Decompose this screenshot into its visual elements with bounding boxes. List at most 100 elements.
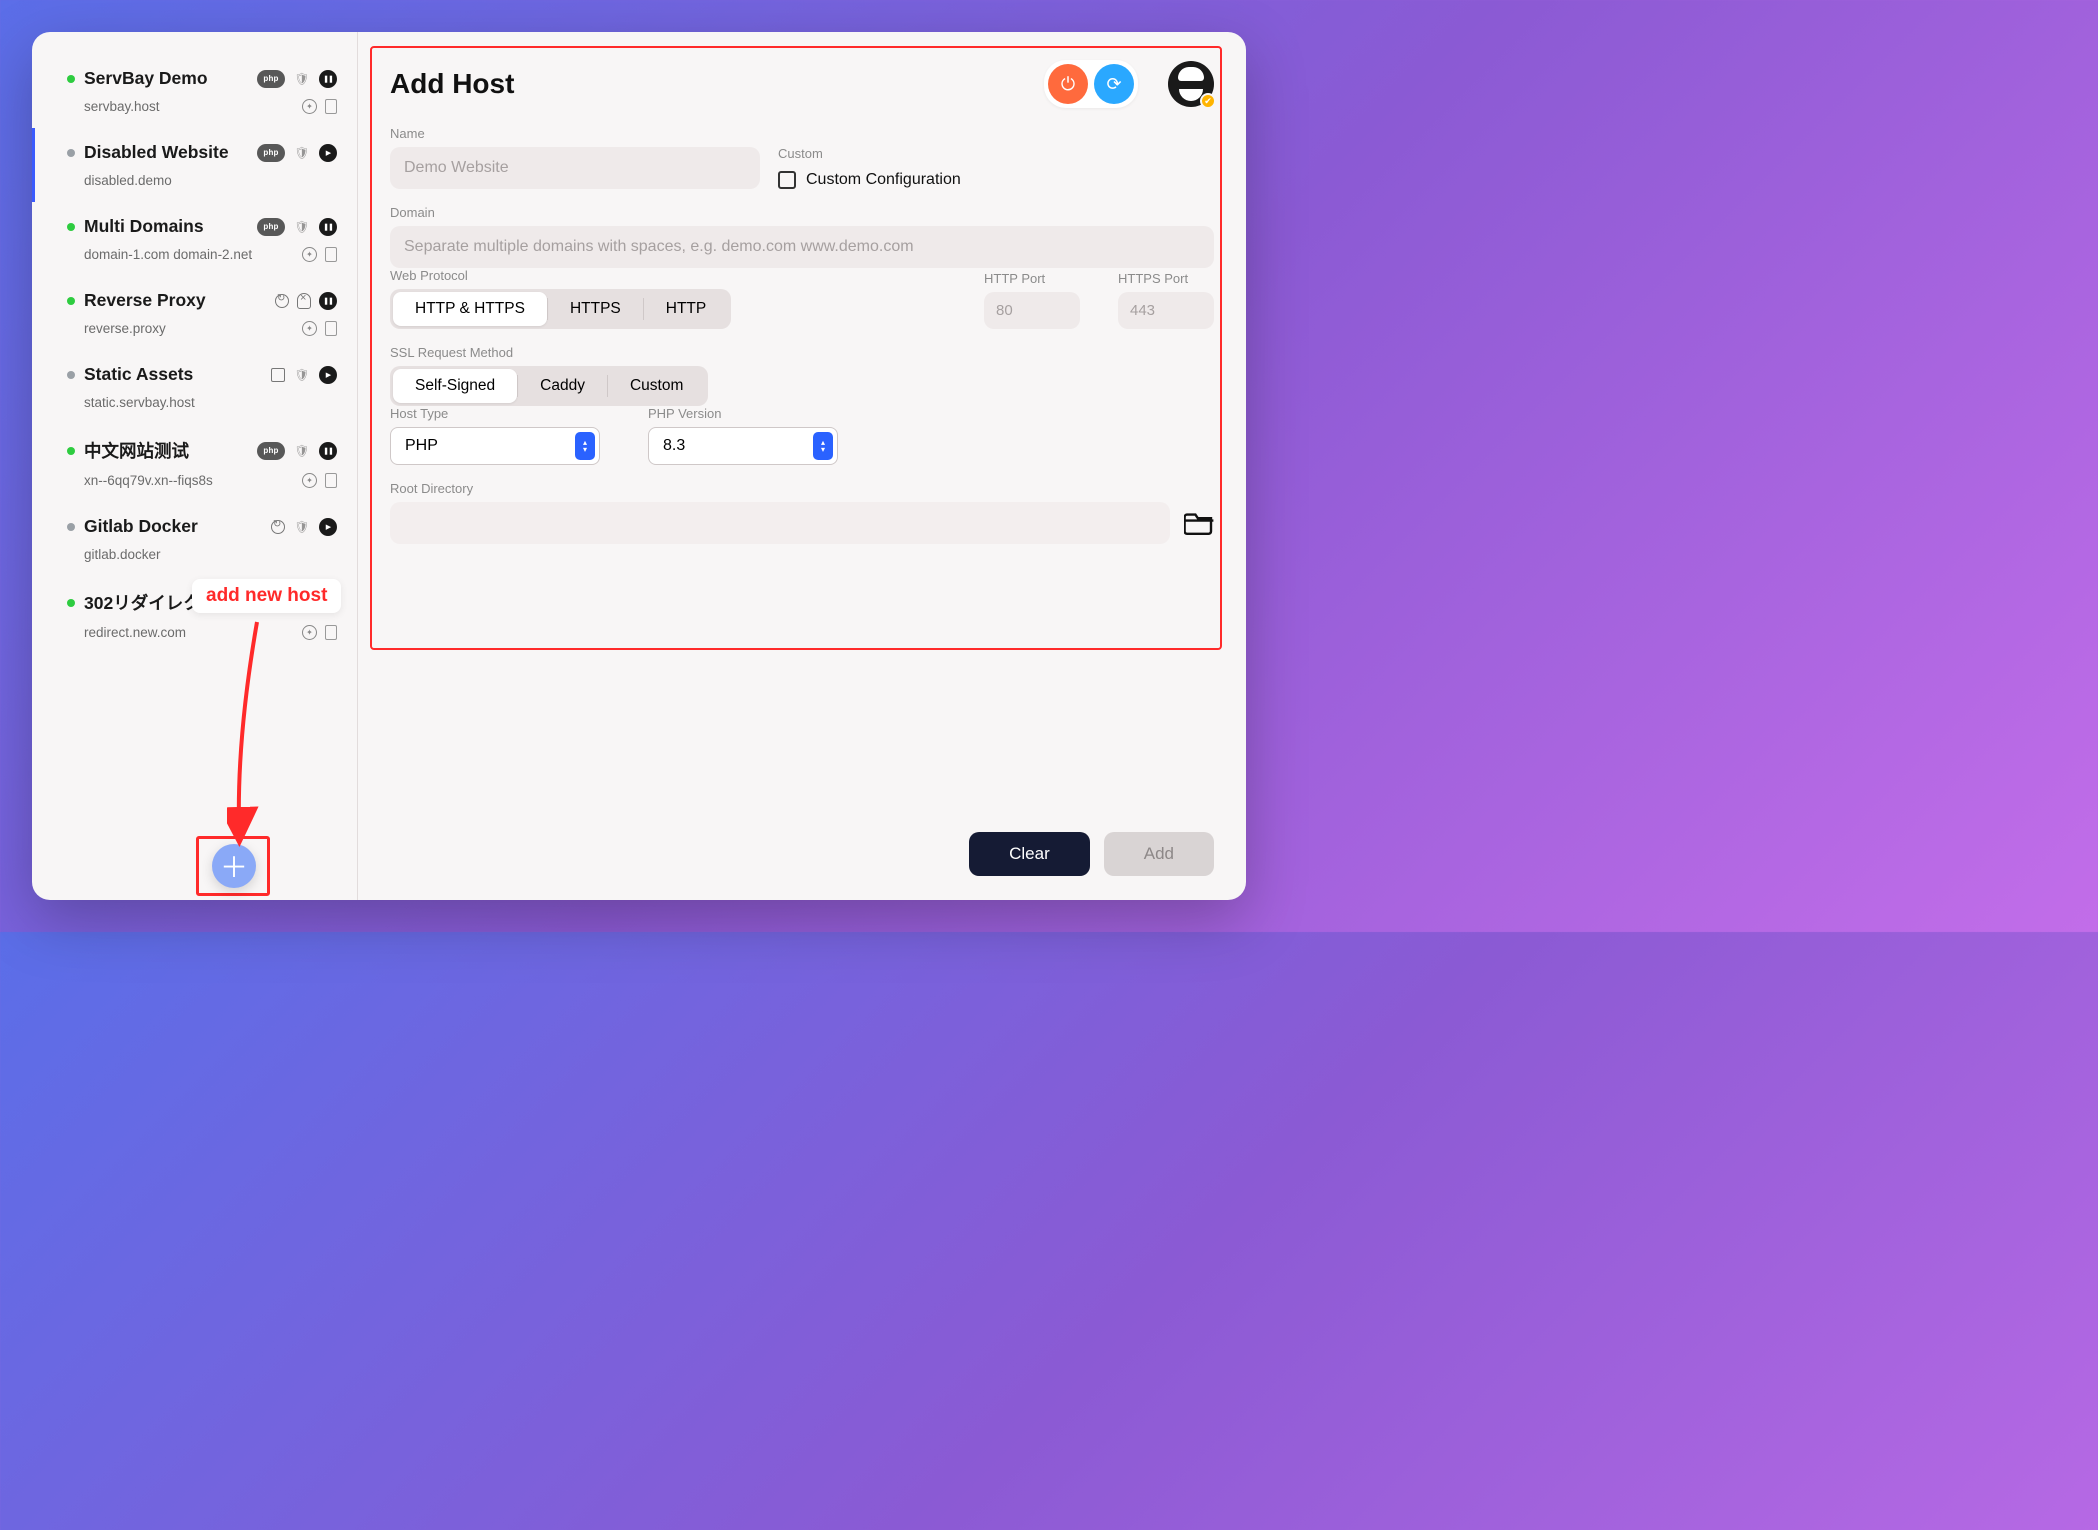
host-item-actions: php [257, 218, 337, 236]
http-port-input[interactable] [984, 292, 1080, 329]
segment-option[interactable]: Custom [608, 369, 705, 403]
shield-o-icon [293, 518, 311, 536]
domain-input[interactable] [390, 226, 1214, 268]
php-icon: php [257, 144, 285, 162]
host-domain: redirect.new.com [84, 625, 186, 640]
host-item-actions: php [257, 70, 337, 88]
label-ssl: SSL Request Method [390, 345, 1214, 360]
sidebar-host-item[interactable]: 302リダイレクト redirect.new.com [32, 576, 357, 654]
shield-o-icon [293, 218, 311, 236]
doc-icon [325, 99, 337, 114]
host-item-meta [302, 247, 337, 262]
status-dot [67, 447, 75, 455]
shield-o-icon [293, 442, 311, 460]
compass-icon [302, 625, 317, 640]
segment-option[interactable]: HTTP [644, 292, 728, 326]
power-icon: ⏻ [1061, 74, 1075, 95]
php-icon: php [257, 442, 285, 460]
play-icon [319, 366, 337, 384]
ssl-method-segment: Self-SignedCaddyCustom [390, 366, 708, 406]
status-dot [67, 297, 75, 305]
status-dot [67, 149, 75, 157]
shield-o-icon [293, 366, 311, 384]
host-domain: xn--6qq79v.xn--fiqs8s [84, 473, 213, 488]
status-dot [67, 523, 75, 531]
host-type-select[interactable]: PHP [390, 427, 600, 465]
host-item-actions: php [257, 442, 337, 460]
folder-browse-button[interactable] [1184, 511, 1214, 535]
label-protocol: Web Protocol [390, 268, 731, 283]
header: Add Host ⏻ ⟳ ✔ [390, 60, 1214, 108]
pause-icon [319, 70, 337, 88]
https-port-input[interactable] [1118, 292, 1214, 329]
app-window: ServBay Demo php servbay.host Disabled W… [32, 32, 1246, 900]
php-version-value: 8.3 [663, 437, 685, 454]
label-root-dir: Root Directory [390, 481, 1214, 496]
sidebar-host-item[interactable]: Static Assets static.servbay.host [32, 350, 357, 424]
host-type-value: PHP [405, 437, 438, 454]
web-protocol-segment: HTTP & HTTPSHTTPSHTTP [390, 289, 731, 329]
root-directory-input[interactable] [390, 502, 1170, 544]
label-https-port: HTTPS Port [1118, 271, 1214, 286]
php-icon: php [257, 218, 285, 236]
segment-option[interactable]: Self-Signed [393, 369, 517, 403]
compass-icon [302, 321, 317, 336]
shield-o-icon [293, 144, 311, 162]
pause-icon [319, 218, 337, 236]
plus-icon: ＋ [220, 846, 248, 886]
php-icon: php [257, 70, 285, 88]
compass-icon [302, 247, 317, 262]
sidebar-host-item[interactable]: Multi Domains php domain-1.com domain-2.… [32, 202, 357, 276]
loop-icon [271, 520, 285, 534]
custom-config-checkbox[interactable] [778, 171, 796, 189]
name-input[interactable] [390, 147, 760, 189]
segment-option[interactable]: HTTPS [548, 292, 643, 326]
add-button[interactable]: Add [1104, 832, 1214, 876]
add-host-button[interactable]: ＋ [212, 844, 256, 888]
host-domain: reverse.proxy [84, 321, 166, 336]
host-name: Reverse Proxy [84, 290, 266, 311]
host-item-meta [302, 99, 337, 114]
doc-icon [325, 625, 337, 640]
host-item-actions [271, 594, 337, 612]
sidebar-host-item[interactable]: Disabled Website php disabled.demo [32, 128, 357, 202]
user-avatar[interactable]: ✔ [1168, 61, 1214, 107]
loop-icon [275, 294, 289, 308]
sidebar-host-item[interactable]: 中文网站测试 php xn--6qq79v.xn--fiqs8s [32, 424, 357, 502]
segment-option[interactable]: Caddy [518, 369, 607, 403]
host-name: Disabled Website [84, 142, 248, 163]
doc-icon [325, 321, 337, 336]
pause-icon [319, 292, 337, 310]
doc-icon [325, 247, 337, 262]
doc-icon [325, 473, 337, 488]
clear-button[interactable]: Clear [969, 832, 1090, 876]
refresh-button[interactable]: ⟳ [1094, 64, 1134, 104]
status-dot [67, 371, 75, 379]
host-name: ServBay Demo [84, 68, 248, 89]
compass-icon [302, 473, 317, 488]
host-name: Multi Domains [84, 216, 248, 237]
host-item-meta [302, 321, 337, 336]
label-php-version: PHP Version [648, 406, 838, 421]
add-host-form: Name Custom Custom Configuration Domain … [390, 126, 1214, 544]
label-host-type: Host Type [390, 406, 600, 421]
power-button[interactable]: ⏻ [1048, 64, 1088, 104]
main-panel: Add Host ⏻ ⟳ ✔ Name Custom [358, 32, 1246, 900]
host-domain: servbay.host [84, 99, 160, 114]
php-version-select[interactable]: 8.3 [648, 427, 838, 465]
sidebar-host-item[interactable]: ServBay Demo php servbay.host [32, 54, 357, 128]
status-dot [67, 75, 75, 83]
chevron-updown-icon [575, 432, 595, 460]
segment-option[interactable]: HTTP & HTTPS [393, 292, 547, 326]
host-item-actions [271, 366, 337, 384]
host-name: 中文网站测试 [84, 438, 248, 463]
sidebar-host-item[interactable]: Gitlab Docker gitlab.docker [32, 502, 357, 576]
play-icon [319, 518, 337, 536]
sidebar-host-item[interactable]: Reverse Proxy reverse.proxy [32, 276, 357, 350]
page-title: Add Host [390, 68, 1028, 100]
play-icon [319, 144, 337, 162]
refresh-icon: ⟳ [1106, 74, 1121, 95]
pause-icon [319, 594, 337, 612]
avatar-badge-icon: ✔ [1200, 93, 1216, 109]
header-actions: ⏻ ⟳ [1044, 60, 1138, 108]
